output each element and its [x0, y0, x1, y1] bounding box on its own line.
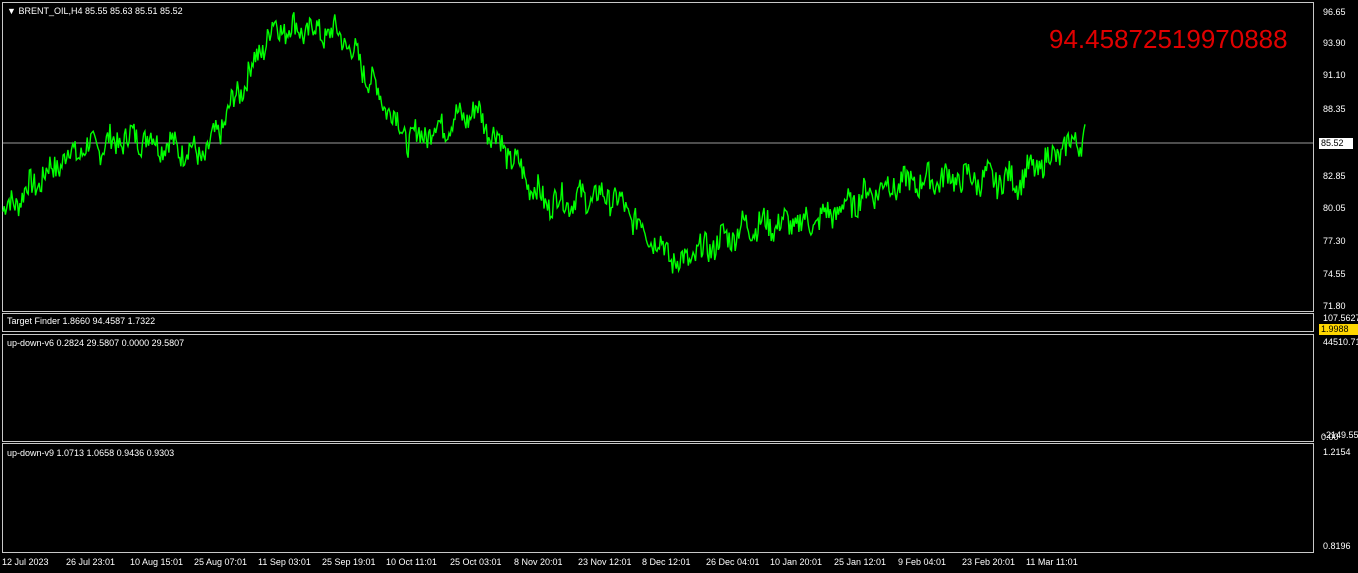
y-tick: 71.80 [1323, 301, 1346, 311]
current-price-box: 85.52 [1319, 138, 1353, 149]
target-finder-label: Target Finder 1.8660 94.4587 1.7322 [7, 316, 156, 326]
target-finder-axis-top: 107.5627 [1323, 313, 1358, 323]
y-tick: 88.35 [1323, 104, 1346, 114]
updown-v9-axis-bottom: 0.8196 [1323, 541, 1351, 551]
updown-v9-pane[interactable] [2, 443, 1314, 553]
y-tick: 93.90 [1323, 38, 1346, 48]
y-tick: 80.05 [1323, 203, 1346, 213]
updown-v6-pane[interactable] [2, 334, 1314, 442]
updown-v6-axis-top: 44510.71 [1323, 337, 1358, 347]
x-tick: 12 Jul 2023 [2, 557, 49, 567]
x-tick: 25 Oct 03:01 [450, 557, 502, 567]
x-tick: 11 Sep 03:01 [258, 557, 311, 567]
y-tick: 91.10 [1323, 70, 1346, 80]
target-finder-value-box: 1.9988 [1319, 324, 1358, 335]
x-tick: 9 Feb 04:01 [898, 557, 947, 567]
target-value-text: 94.45872519970888 [1049, 24, 1288, 54]
x-tick: 10 Oct 11:01 [386, 557, 437, 567]
y-tick: 77.30 [1323, 236, 1346, 246]
x-tick: 10 Jan 20:01 [770, 557, 823, 567]
updown-v6-axis-zero: 0.00 [1321, 432, 1339, 442]
x-tick: 10 Aug 15:01 [130, 557, 184, 567]
x-tick: 25 Sep 19:01 [322, 557, 376, 567]
x-tick: 25 Aug 07:01 [194, 557, 248, 567]
ohlc-values: 85.55 85.63 85.51 85.52 [84, 6, 183, 16]
x-tick: 25 Jan 12:01 [834, 557, 887, 567]
updown-v6-label: up-down-v6 0.2824 29.5807 0.0000 29.5807 [7, 338, 185, 348]
x-tick: 11 Mar 11:01 [1026, 557, 1078, 567]
symbol-label: BRENT_OIL,H4 [18, 6, 83, 16]
x-tick: 8 Nov 20:01 [514, 557, 563, 567]
chart-title: ▼ BRENT_OIL,H4 85.55 85.63 85.51 85.52 [7, 6, 183, 16]
x-tick: 26 Dec 04:01 [706, 557, 760, 567]
x-tick: 23 Nov 12:01 [578, 557, 632, 567]
updown-v9-axis-top: 1.2154 [1323, 447, 1351, 457]
x-tick: 8 Dec 12:01 [642, 557, 691, 567]
y-tick: 74.55 [1323, 269, 1346, 279]
target-finder-pane[interactable] [2, 313, 1314, 332]
chevron-down-icon[interactable]: ▼ [7, 6, 16, 16]
y-tick: 82.85 [1323, 171, 1346, 181]
y-tick: 96.65 [1323, 7, 1346, 17]
x-tick: 26 Jul 23:01 [66, 557, 116, 567]
updown-v9-label: up-down-v9 1.0713 1.0658 0.9436 0.9303 [7, 448, 175, 458]
x-tick: 23 Feb 20:01 [962, 557, 1016, 567]
